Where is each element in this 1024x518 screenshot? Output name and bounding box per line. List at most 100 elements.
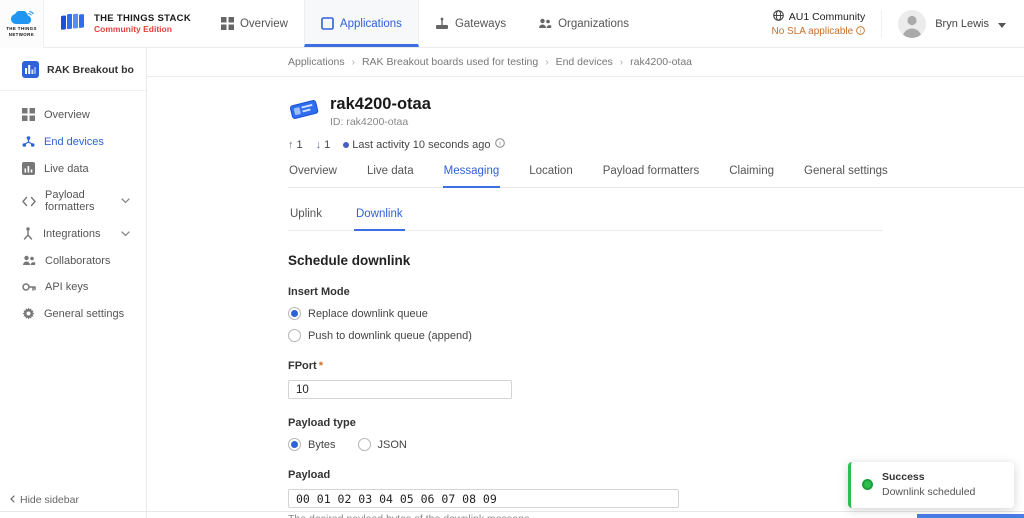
device-tabs: Overview Live data Messaging Location Pa… bbox=[288, 165, 1024, 188]
downlink-count-value: 1 bbox=[324, 139, 330, 151]
breadcrumb-device[interactable]: rak4200-otaa bbox=[630, 56, 692, 68]
sidebar-app-header[interactable]: RAK Breakout boards used for ... bbox=[0, 48, 146, 91]
user-menu[interactable]: Bryn Lewis bbox=[882, 10, 1024, 38]
hide-sidebar-button[interactable]: Hide sidebar bbox=[0, 484, 146, 518]
cluster-info: AU1 Community No SLA applicable i bbox=[771, 10, 882, 38]
toast-progress-bar bbox=[917, 514, 1024, 518]
toast-content: Success Downlink scheduled bbox=[882, 471, 975, 498]
globe-icon bbox=[773, 10, 784, 24]
info-icon[interactable]: i bbox=[495, 138, 505, 151]
payload-type-options: Bytes JSON bbox=[288, 438, 883, 451]
sidebar-item-overview[interactable]: Overview bbox=[0, 101, 146, 128]
sidebar-item-general-settings[interactable]: General settings bbox=[0, 300, 146, 327]
breadcrumb-separator: › bbox=[352, 57, 355, 68]
tab-overview[interactable]: Overview bbox=[288, 165, 338, 187]
grid-icon bbox=[221, 17, 234, 30]
nav-gateways[interactable]: Gateways bbox=[419, 0, 522, 47]
sidebar-item-label: API keys bbox=[45, 281, 88, 293]
uplink-arrow-icon: ↑ bbox=[288, 139, 294, 151]
sidebar-item-live-data[interactable]: Live data bbox=[0, 155, 146, 182]
tab-live-data[interactable]: Live data bbox=[366, 165, 415, 187]
tab-location[interactable]: Location bbox=[528, 165, 573, 187]
fport-label-text: FPort bbox=[288, 360, 317, 372]
radio-icon[interactable] bbox=[288, 329, 301, 342]
stack-logo-text: THE THINGS STACK Community Edition bbox=[94, 13, 191, 34]
status-dot-icon bbox=[343, 142, 349, 148]
sidebar-item-integrations[interactable]: Integrations bbox=[0, 220, 146, 247]
radio-label: JSON bbox=[378, 439, 407, 451]
success-dot-icon bbox=[862, 479, 873, 490]
sidebar-item-collaborators[interactable]: Collaborators bbox=[0, 247, 146, 274]
info-icon[interactable]: i bbox=[856, 26, 865, 38]
breadcrumb-application-name[interactable]: RAK Breakout boards used for testing bbox=[362, 56, 538, 68]
payload-input[interactable] bbox=[288, 489, 679, 508]
device-stats: ↑ 1 ↓ 1 Last activity 10 seconds ago i bbox=[288, 138, 1024, 151]
people-icon bbox=[538, 17, 552, 30]
device-title-block: rak4200-otaa ID: rak4200-otaa bbox=[330, 95, 431, 128]
breadcrumb-applications[interactable]: Applications bbox=[288, 56, 345, 68]
header-right: AU1 Community No SLA applicable i Bryn L… bbox=[771, 0, 1024, 47]
uplink-count-value: 1 bbox=[297, 139, 303, 151]
radio-icon[interactable] bbox=[288, 307, 301, 320]
radio-icon[interactable] bbox=[288, 438, 301, 451]
sidebar: RAK Breakout boards used for ... Overvie… bbox=[0, 48, 147, 518]
success-toast[interactable]: Success Downlink scheduled bbox=[848, 462, 1014, 508]
device-id: ID: rak4200-otaa bbox=[330, 116, 431, 128]
sidebar-item-label: Payload formatters bbox=[45, 189, 112, 213]
toast-message: Downlink scheduled bbox=[882, 486, 975, 498]
device-header: rak4200-otaa ID: rak4200-otaa bbox=[288, 95, 1024, 128]
stack-books-icon bbox=[60, 11, 86, 36]
nav-applications[interactable]: Applications bbox=[304, 0, 419, 47]
nav-organizations-label: Organizations bbox=[558, 18, 629, 30]
sidebar-item-label: End devices bbox=[44, 136, 104, 148]
chevron-down-icon bbox=[121, 198, 130, 204]
gateway-icon bbox=[435, 17, 449, 30]
sidebar-item-end-devices[interactable]: End devices bbox=[0, 128, 146, 155]
live-data-icon bbox=[22, 162, 35, 175]
sla-label: No SLA applicable bbox=[771, 26, 853, 37]
sidebar-item-payload-formatters[interactable]: Payload formatters bbox=[0, 182, 146, 220]
subtab-uplink[interactable]: Uplink bbox=[288, 208, 324, 230]
radio-label: Replace downlink queue bbox=[308, 308, 428, 320]
things-network-logo[interactable]: THE THINGS NETWORK bbox=[0, 0, 44, 48]
user-name: Bryn Lewis bbox=[935, 18, 989, 30]
breadcrumb-end-devices[interactable]: End devices bbox=[556, 56, 613, 68]
main-content: Applications › RAK Breakout boards used … bbox=[147, 48, 1024, 518]
radio-bytes[interactable]: Bytes bbox=[288, 438, 336, 451]
hide-sidebar-label: Hide sidebar bbox=[20, 494, 79, 506]
payload-type-label: Payload type bbox=[288, 417, 883, 429]
radio-replace-downlink-queue[interactable]: Replace downlink queue bbox=[288, 307, 883, 320]
messaging-panel: Uplink Downlink Schedule downlink Insert… bbox=[288, 208, 883, 518]
subtab-downlink[interactable]: Downlink bbox=[354, 208, 405, 231]
tab-messaging[interactable]: Messaging bbox=[443, 165, 501, 188]
gear-icon bbox=[22, 307, 35, 320]
chevron-left-icon bbox=[10, 494, 15, 506]
radio-push-downlink-queue[interactable]: Push to downlink queue (append) bbox=[288, 329, 883, 342]
tab-payload-formatters[interactable]: Payload formatters bbox=[602, 165, 701, 187]
cloud-icon bbox=[10, 11, 34, 25]
nav-applications-label: Applications bbox=[340, 18, 402, 30]
radio-label: Bytes bbox=[308, 439, 336, 451]
payload-help-text: The desired payload bytes of the downlin… bbox=[288, 513, 883, 518]
nav-organizations[interactable]: Organizations bbox=[522, 0, 645, 47]
applications-icon bbox=[321, 17, 334, 30]
required-marker: * bbox=[319, 360, 323, 372]
fport-input[interactable] bbox=[288, 380, 512, 399]
nav-overview-label: Overview bbox=[240, 18, 288, 30]
chevron-down-icon bbox=[121, 231, 130, 237]
code-icon bbox=[22, 196, 36, 207]
radio-label: Push to downlink queue (append) bbox=[308, 330, 472, 342]
radio-icon[interactable] bbox=[358, 438, 371, 451]
toast-title: Success bbox=[882, 471, 975, 483]
sidebar-nav: Overview End devices Live data Payload f… bbox=[0, 91, 146, 484]
device-board-icon bbox=[288, 96, 320, 127]
uplink-count: ↑ 1 bbox=[288, 139, 303, 151]
sidebar-item-api-keys[interactable]: API keys bbox=[0, 274, 146, 300]
things-stack-logo[interactable]: THE THINGS STACK Community Edition bbox=[44, 0, 205, 47]
nav-overview[interactable]: Overview bbox=[205, 0, 304, 47]
tab-claiming[interactable]: Claiming bbox=[728, 165, 775, 187]
radio-json[interactable]: JSON bbox=[358, 438, 407, 451]
tab-general-settings[interactable]: General settings bbox=[803, 165, 889, 187]
svg-text:i: i bbox=[860, 28, 861, 34]
schedule-downlink-heading: Schedule downlink bbox=[288, 253, 883, 268]
